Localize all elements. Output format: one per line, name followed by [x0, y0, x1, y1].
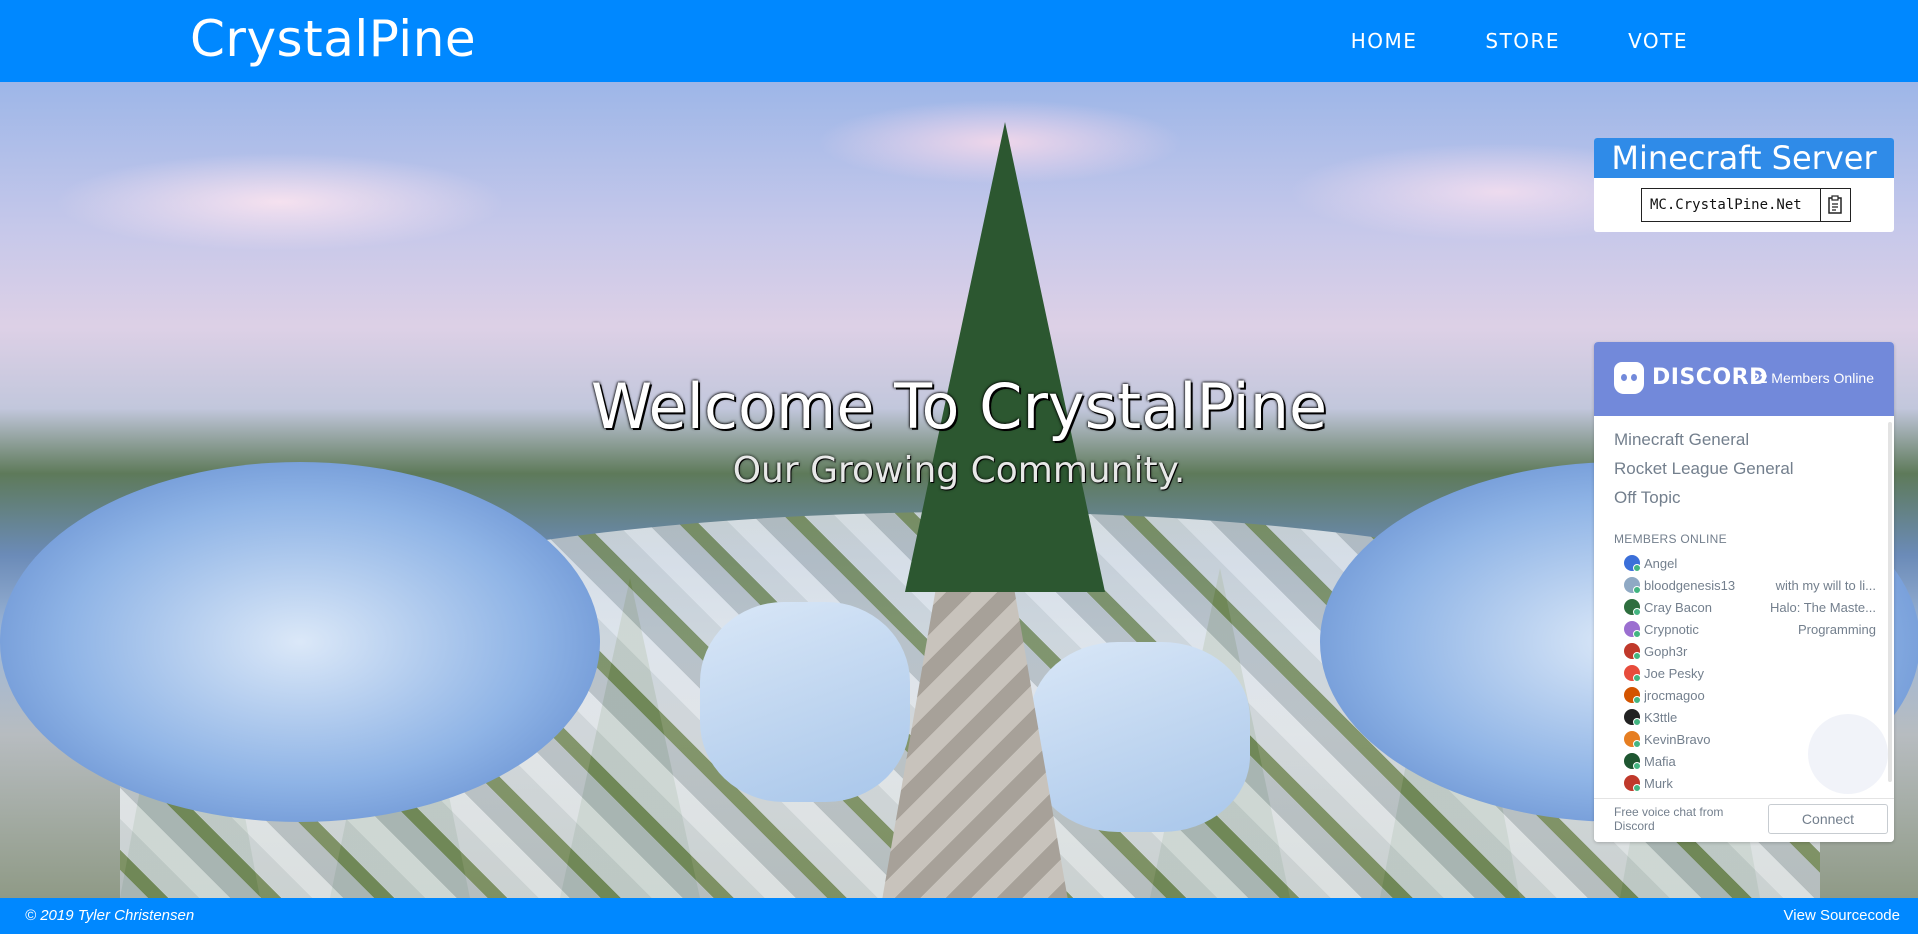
server-ip-heading: Minecraft Server Ip	[1594, 138, 1894, 217]
clipboard-icon[interactable]	[1820, 189, 1850, 221]
discord-mascot-icon	[1808, 714, 1888, 794]
discord-footer-text: Free voice chat from Discord	[1614, 805, 1724, 833]
central-tree-graphic	[905, 122, 1105, 592]
site-logo-text[interactable]: CrystalPine	[190, 10, 476, 68]
member-name: Angel	[1644, 555, 1678, 571]
member-row[interactable]: Crypnotic Programming	[1614, 618, 1876, 640]
member-game: Programming	[1797, 621, 1876, 637]
members-online-label: MEMBERS ONLINE	[1614, 532, 1727, 546]
member-game: Halo: The Maste...	[1770, 599, 1876, 615]
member-row[interactable]: jrocmagoo	[1614, 684, 1874, 706]
server-ip-field[interactable]: MC.CrystalPine.Net	[1641, 188, 1851, 222]
member-name: KevinBravo	[1644, 731, 1711, 747]
ice-wall-graphic	[0, 462, 600, 822]
member-name: jrocmagoo	[1644, 687, 1705, 703]
nav-home-link[interactable]: HOME	[1351, 29, 1418, 53]
member-avatar	[1624, 687, 1641, 704]
discord-brand[interactable]: DISCORD	[1652, 365, 1768, 390]
server-ip-widget: Minecraft Server Ip MC.CrystalPine.Net	[1594, 138, 1894, 232]
member-row[interactable]: Joe Pesky	[1614, 662, 1874, 684]
member-row[interactable]: Angel	[1614, 552, 1874, 574]
server-ip-address[interactable]: MC.CrystalPine.Net	[1642, 197, 1820, 213]
member-avatar	[1624, 643, 1641, 660]
member-avatar	[1624, 775, 1641, 792]
member-avatar	[1624, 577, 1641, 594]
member-row[interactable]: Goph3r	[1614, 640, 1874, 662]
member-avatar	[1624, 555, 1641, 572]
member-avatar	[1624, 621, 1641, 638]
clipboard-icon-svg	[1827, 195, 1842, 214]
nav-vote-link[interactable]: VOTE	[1628, 29, 1688, 53]
site-header: CrystalPine HOME STORE VOTE	[0, 0, 1918, 82]
member-name: bloodgenesis13	[1644, 577, 1736, 593]
discord-channel: Off Topic	[1614, 488, 1681, 507]
member-name: Mafia	[1644, 753, 1676, 769]
site-footer: © 2019 Tyler Christensen View Sourcecode	[0, 898, 1918, 934]
member-avatar	[1624, 665, 1641, 682]
discord-widget: DISCORD 22 Members Online Minecraft Gene…	[1594, 342, 1894, 842]
member-name: Crypnotic	[1644, 621, 1699, 637]
member-row[interactable]: bloodgenesis13 with my will to li...	[1614, 574, 1876, 596]
discord-channel: Minecraft General	[1614, 430, 1750, 449]
discord-online-number: 22	[1751, 370, 1768, 386]
discord-online-count: 22 Members Online	[1752, 370, 1874, 386]
discord-connect-button[interactable]: Connect	[1768, 804, 1888, 834]
member-row[interactable]: Cray Bacon Halo: The Maste...	[1614, 596, 1876, 618]
discord-logo-icon[interactable]	[1614, 362, 1644, 394]
member-name: K3ttle	[1644, 709, 1678, 725]
nav-store-link[interactable]: STORE	[1485, 29, 1560, 53]
member-avatar	[1624, 709, 1641, 726]
member-avatar	[1624, 731, 1641, 748]
member-name: Joe Pesky	[1644, 665, 1704, 681]
discord-header: DISCORD 22 Members Online	[1594, 342, 1894, 416]
member-name: Goph3r	[1644, 643, 1688, 659]
member-name: Murk	[1644, 775, 1673, 791]
member-avatar	[1624, 753, 1641, 770]
main-nav: HOME STORE VOTE	[1283, 29, 1688, 53]
copyright-text: © 2019 Tyler Christensen	[25, 907, 195, 924]
discord-online-label: Members Online	[1771, 370, 1874, 386]
member-name: Cray Bacon	[1644, 599, 1712, 615]
member-avatar	[1624, 599, 1641, 616]
discord-footer: Free voice chat from Discord Connect	[1594, 798, 1894, 842]
frozen-pond-graphic	[1030, 642, 1250, 832]
discord-channel: Rocket League General	[1614, 459, 1794, 478]
frozen-pond-graphic	[700, 602, 910, 802]
view-sourcecode-link[interactable]: View Sourcecode	[1784, 907, 1900, 924]
member-game: with my will to li...	[1775, 577, 1876, 593]
